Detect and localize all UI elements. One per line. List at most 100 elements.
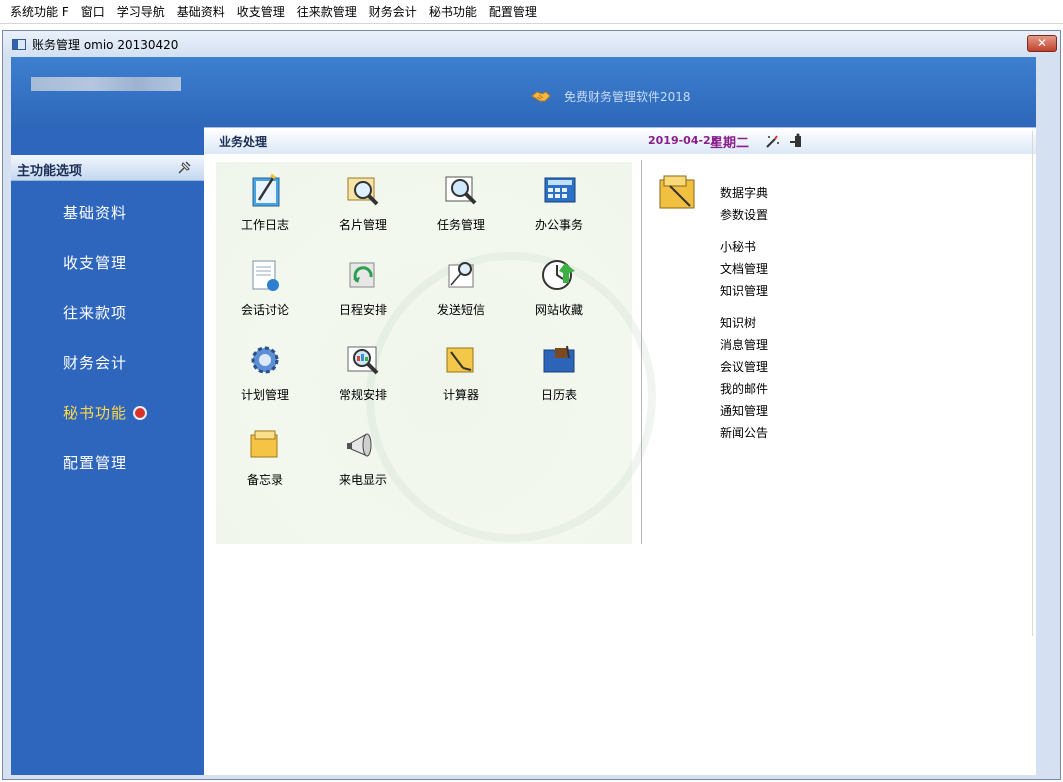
link-parameter-settings[interactable]: 参数设置 [720,204,768,226]
func-schedule[interactable]: 日程安排 [314,247,412,332]
calculator-icon [544,177,576,203]
sidebar-item-label: 收支管理 [63,254,128,272]
handshake-icon [531,91,551,102]
sidebar-item-income-expense[interactable]: 收支管理 [11,251,204,301]
link-my-mail[interactable]: 我的邮件 [720,378,768,400]
sidebar-item-label: 秘书功能 [63,404,128,422]
sidebar-item-config[interactable]: 配置管理 [11,451,204,501]
schedule-refresh-icon [349,262,375,288]
window-content: 免费财务管理软件2018 主功能选项 基础资料 收支管理 往来款项 财务会计 秘… [11,57,1036,775]
func-label: 发送短信 [436,303,485,317]
calc-folder-icon [446,347,474,373]
document-chat-icon [252,260,279,291]
func-web-favorites[interactable]: 网站收藏 [510,247,608,332]
link-news-bulletin[interactable]: 新闻公告 [720,422,768,444]
sidebar-item-finance[interactable]: 财务会计 [11,351,204,401]
link-knowledge-tree[interactable]: 知识树 [720,312,768,334]
func-label: 计划管理 [240,388,289,402]
func-calculator[interactable]: 计算器 [412,332,510,417]
quick-link-list: 数据字典 参数设置 小秘书 文档管理 知识管理 知识树 消息管理 会议管理 我的… [720,182,768,444]
func-label: 常规安排 [338,388,387,402]
sidebar: 主功能选项 基础资料 收支管理 往来款项 财务会计 秘书功能 配置管理 [11,127,204,775]
func-send-sms[interactable]: 发送短信 [412,247,510,332]
banner-slogan: 免费财务管理软件2018 [564,90,691,104]
func-label: 来电显示 [338,473,387,487]
quick-link-panel: 数据字典 参数设置 小秘书 文档管理 知识管理 知识树 消息管理 会议管理 我的… [641,160,821,544]
active-indicator-icon [133,406,148,420]
sidebar-item-basic-data[interactable]: 基础资料 [11,201,204,251]
func-label: 日程安排 [338,303,387,317]
close-button[interactable]: ✕ [1027,35,1057,52]
menu-finance[interactable]: 财务会计 [363,1,423,23]
function-icon-panel: 工作日志 名片管理 任务管理 办公事务 会话讨论 日程安排 发送短信 网站收藏 … [216,162,656,544]
link-document-management[interactable]: 文档管理 [720,258,768,280]
app-window-icon [12,38,26,50]
sidebar-item-label: 基础资料 [63,204,128,222]
current-date: 2019-04-23 [648,134,719,147]
megaphone-icon [347,433,372,457]
menu-system[interactable]: 系统功能 F [4,1,75,23]
sms-magnifier-icon [448,262,474,288]
func-label: 会话讨论 [240,303,289,317]
func-label: 日历表 [540,388,577,402]
link-message-management[interactable]: 消息管理 [720,334,768,356]
menu-basic-data[interactable]: 基础资料 [171,1,231,23]
func-work-log[interactable]: 工作日志 [216,162,314,247]
func-label: 名片管理 [338,218,387,232]
app-window: 账务管理 omio 20130420 ✕ 免费财务管理软件2018 主功能选项 [2,30,1061,780]
func-label: 任务管理 [436,218,485,232]
memo-folder-icon [250,430,278,458]
func-label: 工作日志 [240,218,289,232]
func-discussion[interactable]: 会话讨论 [216,247,314,332]
menu-learning-nav[interactable]: 学习导航 [111,1,171,23]
menu-secretary[interactable]: 秘书功能 [423,1,483,23]
func-routine[interactable]: 常规安排 [314,332,412,417]
magic-wand-icon[interactable] [764,133,780,149]
chart-magnifier-icon [347,346,379,375]
menu-accounts[interactable]: 往来款管理 [291,1,363,23]
func-office-affairs[interactable]: 办公事务 [510,162,608,247]
header-banner: 免费财务管理软件2018 [11,57,1036,127]
sidebar-item-label: 配置管理 [63,454,128,472]
func-label: 网站收藏 [534,303,583,317]
func-task-management[interactable]: 任务管理 [412,162,510,247]
main-body: 工作日志 名片管理 任务管理 办公事务 会话讨论 日程安排 发送短信 网站收藏 … [204,154,1036,775]
func-card-management[interactable]: 名片管理 [314,162,412,247]
folder-icon [659,175,695,209]
gear-plan-icon [251,346,279,374]
notepad-pencil-icon [252,173,280,207]
func-caller-id[interactable]: 来电显示 [314,417,412,502]
window-titlebar[interactable]: 账务管理 omio 20130420 ✕ [3,31,1060,57]
card-magnifier-icon [347,177,379,206]
func-label: 办公事务 [534,218,583,232]
sidebar-title: 主功能选项 [17,164,83,179]
func-memo[interactable]: 备忘录 [216,417,314,502]
menubar: 系统功能 F 窗口 学习导航 基础资料 收支管理 往来款管理 财务会计 秘书功能… [0,0,1063,24]
link-knowledge-management[interactable]: 知识管理 [720,280,768,302]
func-calendar[interactable]: 日历表 [510,332,608,417]
menu-income-expense[interactable]: 收支管理 [231,1,291,23]
task-magnifier-icon [445,176,477,205]
clock-arrow-icon [542,260,575,290]
link-meeting-management[interactable]: 会议管理 [720,356,768,378]
func-label: 备忘录 [246,473,283,487]
link-little-secretary[interactable]: 小秘书 [720,236,768,258]
func-label: 计算器 [442,388,479,402]
calendar-icon [543,345,575,373]
sidebar-header: 主功能选项 [11,155,204,181]
main-title: 业务处理 [219,135,268,149]
main-header: 业务处理 2019-04-23 星期二 [204,127,1036,154]
menu-config[interactable]: 配置管理 [483,1,543,23]
pin-icon[interactable] [176,160,192,176]
current-weekday: 星期二 [710,136,750,151]
link-notice-management[interactable]: 通知管理 [720,400,768,422]
user-tool-icon[interactable] [788,133,804,149]
sidebar-item-accounts[interactable]: 往来款项 [11,301,204,351]
func-plan-management[interactable]: 计划管理 [216,332,314,417]
link-data-dictionary[interactable]: 数据字典 [720,182,768,204]
sidebar-menu: 基础资料 收支管理 往来款项 财务会计 秘书功能 配置管理 [11,201,204,501]
panel-divider [1032,131,1033,636]
sidebar-item-label: 财务会计 [63,354,128,372]
sidebar-item-secretary[interactable]: 秘书功能 [11,401,204,451]
menu-window[interactable]: 窗口 [75,1,111,23]
